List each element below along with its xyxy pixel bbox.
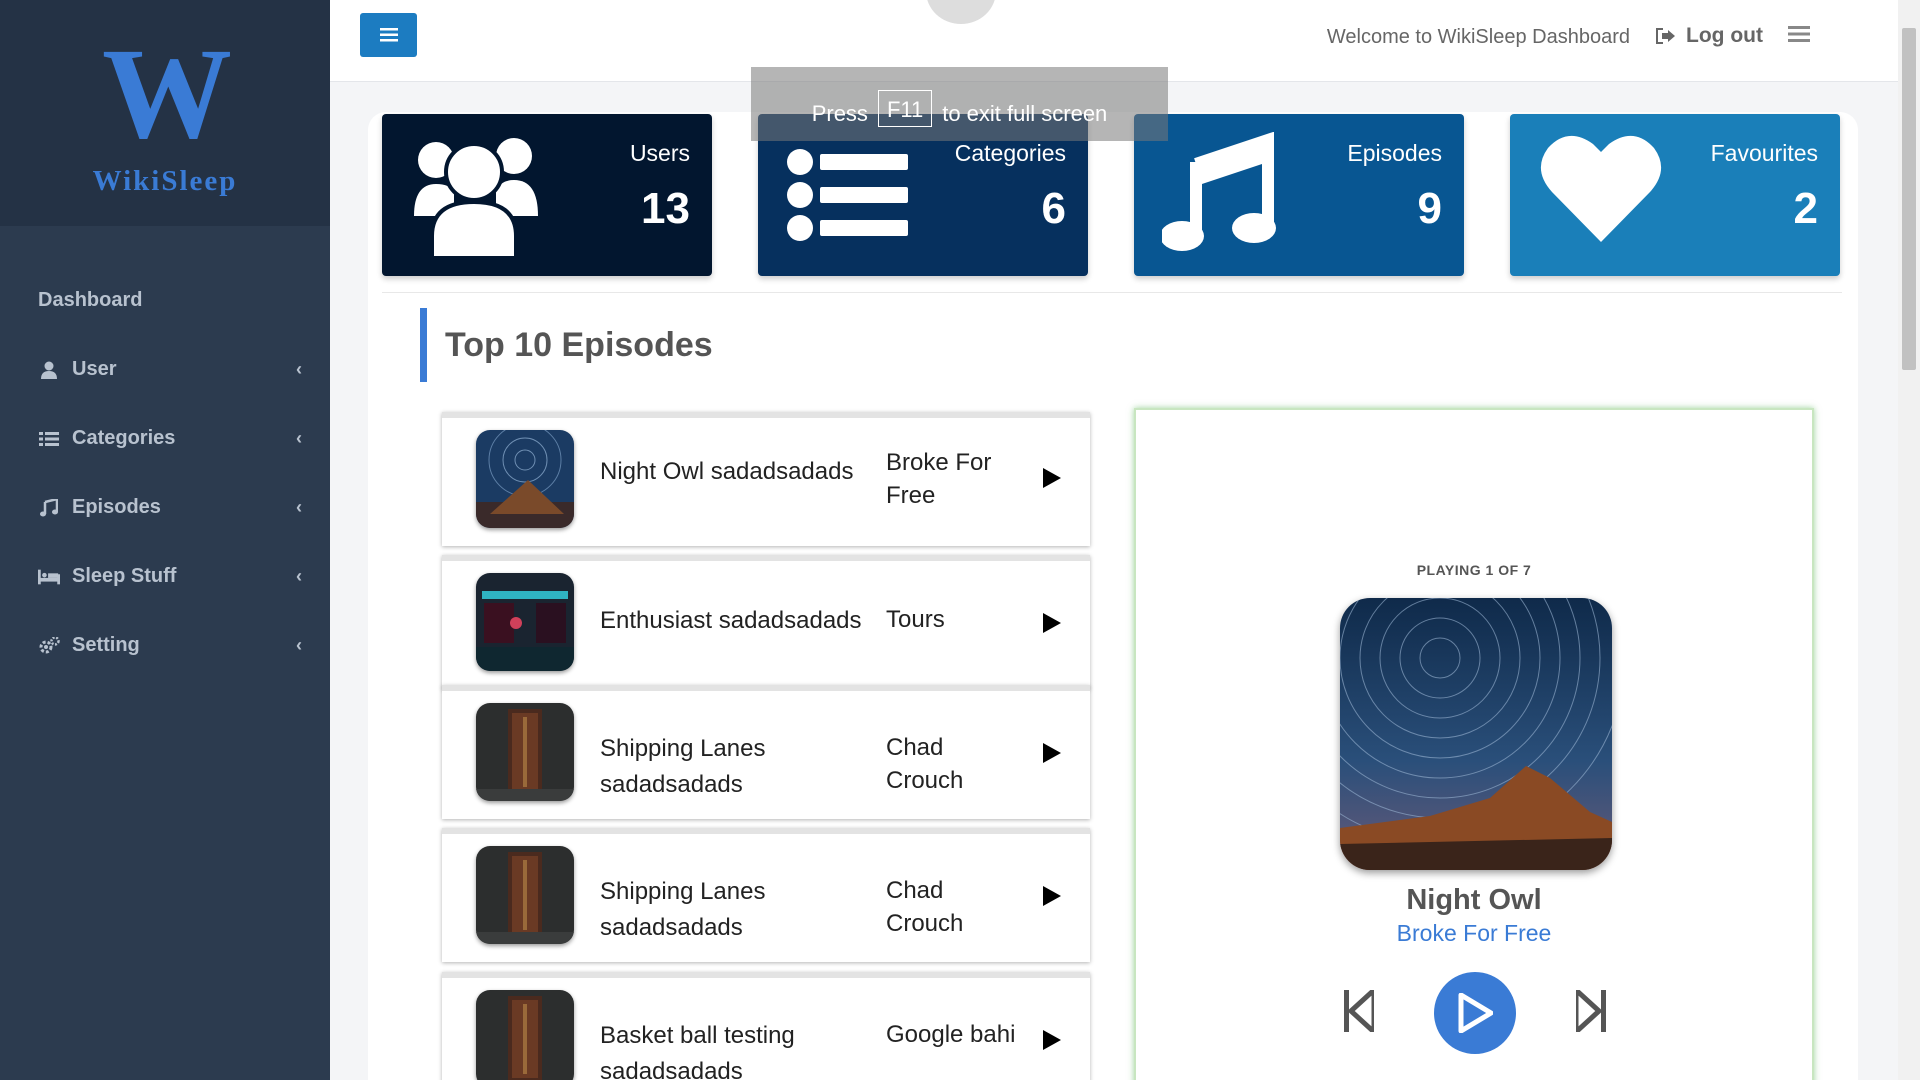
episode-list-item[interactable]: Night Owl sadadsadads Broke For Free (442, 412, 1090, 546)
play-icon[interactable] (1037, 743, 1067, 763)
playing-status: PLAYING 1 OF 7 (1416, 562, 1532, 578)
sidebar-item-label: Setting (72, 634, 140, 656)
album-art (1340, 598, 1612, 870)
chevron-left-icon: ‹ (296, 566, 302, 586)
section-title: Top 10 Episodes (420, 308, 713, 382)
brand-logo[interactable]: W WikiSleep (0, 0, 330, 226)
stat-card-users[interactable]: Users 13 (382, 114, 712, 276)
stat-card-favourites[interactable]: Favourites 2 (1510, 114, 1840, 276)
play-icon[interactable] (1037, 613, 1067, 633)
logout-label: Log out (1686, 24, 1763, 47)
fullscreen-suffix-text: to exit full screen (942, 101, 1108, 126)
sign-out-icon (1656, 28, 1676, 44)
users-icon (410, 132, 540, 263)
now-playing-artist: Broke For Free (1396, 920, 1552, 946)
chevron-left-icon: ‹ (296, 359, 302, 379)
stat-card-episodes[interactable]: Episodes 9 (1134, 114, 1464, 276)
stat-value: 6 (1041, 184, 1066, 233)
chevron-left-icon: ‹ (296, 428, 302, 448)
episode-thumbnail (476, 990, 574, 1080)
stat-value: 2 (1793, 184, 1818, 233)
episode-list-item[interactable]: Basket ball testing sadadsadads Google b… (442, 972, 1090, 1080)
chevron-left-icon: ‹ (296, 635, 302, 655)
user-icon (38, 361, 60, 379)
play-icon[interactable] (1037, 468, 1067, 488)
sidebar-item-dashboard[interactable]: Dashboard (0, 266, 330, 335)
welcome-text: Welcome to WikiSleep Dashboard (1326, 26, 1630, 48)
episode-artist: Google bahi (886, 1021, 1016, 1048)
sidebar-item-label: Dashboard (38, 289, 143, 311)
list-icon (786, 132, 916, 247)
music-icon (38, 498, 60, 517)
top-center-circle (926, 0, 996, 24)
menu-toggle-button[interactable] (360, 13, 417, 57)
episode-list-item[interactable]: Shipping Lanes sadadsadads Chad Crouch (442, 685, 1090, 819)
logout-button[interactable]: Log out (1656, 24, 1763, 48)
music-player: PLAYING 1 OF 7 Night Owl Broke For Free (1134, 408, 1814, 1080)
episode-thumbnail (476, 846, 574, 944)
main-content: Users 13 Categories 6 Episodes 9 Favouri… (368, 112, 1858, 1080)
sidebar: W WikiSleep Dashboard User ‹ Categories … (0, 0, 330, 1080)
stat-value: 13 (641, 184, 690, 233)
sidebar-item-episodes[interactable]: Episodes ‹ (0, 473, 330, 542)
stat-title: Users (629, 140, 690, 166)
episode-artist: Chad Crouch (886, 877, 964, 937)
heart-icon (1538, 132, 1664, 249)
sidebar-item-sleep-stuff[interactable]: Sleep Stuff ‹ (0, 542, 330, 611)
sidebar-item-label: Episodes (72, 496, 161, 518)
logo-letter: W (102, 21, 232, 166)
episode-name: Enthusiast sadadsadads (600, 607, 862, 634)
list-toggle-icon[interactable] (1788, 26, 1810, 47)
episode-artist: Tours (886, 606, 945, 633)
episode-name: Shipping Lanes sadadsadads (600, 735, 766, 798)
stat-title: Favourites (1710, 140, 1818, 166)
hamburger-icon (379, 28, 398, 42)
episode-artist: Chad Crouch (886, 734, 964, 794)
scrollbar-thumb[interactable] (1902, 28, 1916, 370)
sidebar-item-categories[interactable]: Categories ‹ (0, 404, 330, 473)
sidebar-item-user[interactable]: User ‹ (0, 335, 330, 404)
sidebar-item-setting[interactable]: Setting ‹ (0, 611, 330, 680)
episode-thumbnail (476, 573, 574, 671)
vertical-scrollbar[interactable] (1898, 0, 1920, 1080)
gears-icon (38, 636, 60, 655)
episode-name: Shipping Lanes sadadsadads (600, 878, 766, 941)
sidebar-item-label: User (72, 358, 117, 380)
stat-title: Episodes (1347, 140, 1442, 166)
episode-thumbnail (476, 703, 574, 801)
previous-track-icon[interactable] (1344, 987, 1377, 1037)
episode-thumbnail (476, 430, 574, 528)
stat-value: 9 (1417, 184, 1442, 233)
sidebar-item-label: Sleep Stuff (72, 565, 177, 587)
play-icon[interactable] (1037, 886, 1067, 906)
play-button[interactable] (1434, 972, 1516, 1054)
stat-title: Categories (954, 140, 1066, 166)
fullscreen-notice: Press F11 to exit full screen (751, 67, 1168, 141)
section-divider (382, 292, 1842, 293)
chevron-left-icon: ‹ (296, 497, 302, 517)
fullscreen-key: F11 (877, 90, 933, 127)
logo-name: WikiSleep (92, 164, 238, 197)
episode-name: Basket ball testing sadadsadads (600, 1022, 795, 1080)
next-track-icon[interactable] (1573, 987, 1606, 1037)
play-icon (1458, 993, 1493, 1033)
episode-list-item[interactable]: Shipping Lanes sadadsadads Chad Crouch (442, 828, 1090, 962)
fullscreen-press-text: Press (811, 101, 868, 126)
bed-icon (38, 569, 60, 585)
sidebar-nav: Dashboard User ‹ Categories ‹ Episodes ‹ (0, 266, 330, 680)
sidebar-item-label: Categories (72, 427, 176, 449)
episode-list-item[interactable]: Enthusiast sadadsadads Tours (442, 555, 1090, 689)
episode-name: Night Owl sadadsadads (600, 458, 854, 485)
music-icon (1160, 131, 1282, 257)
play-icon[interactable] (1037, 1030, 1067, 1050)
episode-artist: Broke For Free (886, 449, 992, 509)
list-icon (38, 431, 60, 447)
now-playing-title: Night Owl (1406, 884, 1542, 916)
